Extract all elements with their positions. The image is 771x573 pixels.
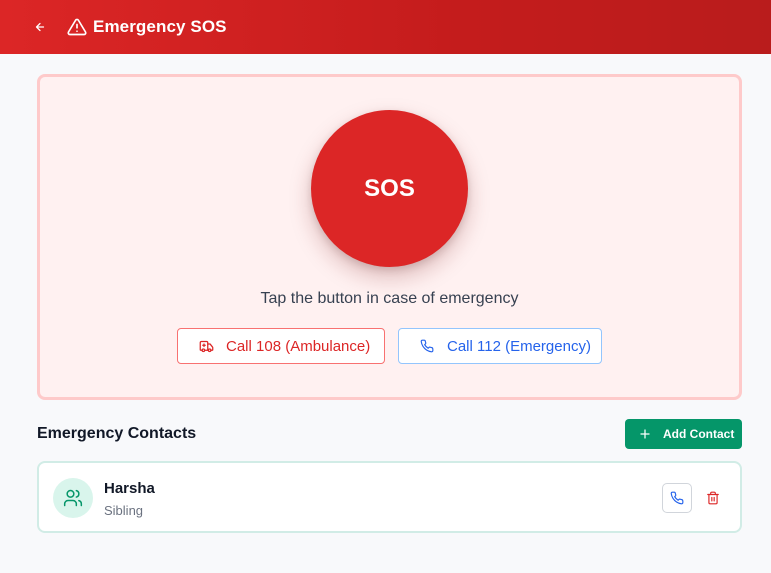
sos-panel: SOS Tap the button in case of emergency … — [37, 74, 742, 400]
phone-icon — [670, 491, 684, 505]
sos-button[interactable]: SOS — [311, 110, 468, 267]
call-ambulance-button[interactable]: Call 108 (Ambulance) — [177, 328, 385, 364]
phone-icon — [419, 338, 435, 354]
call-emergency-button[interactable]: Call 112 (Emergency) — [398, 328, 602, 364]
arrow-left-icon — [35, 22, 45, 32]
call-ambulance-label: Call 108 (Ambulance) — [226, 337, 371, 355]
ambulance-icon — [198, 338, 214, 354]
add-contact-label: Add Contact — [663, 427, 735, 441]
contact-relation: Sibling — [104, 503, 144, 518]
users-icon — [63, 489, 83, 507]
contact-name: Harsha — [104, 480, 155, 497]
contact-call-button[interactable] — [662, 483, 692, 513]
plus-icon — [638, 427, 652, 441]
call-emergency-label: Call 112 (Emergency) — [447, 337, 591, 355]
page-title: Emergency SOS — [93, 17, 227, 36]
contact-delete-button[interactable] — [701, 483, 725, 513]
contacts-section-title: Emergency Contacts — [37, 425, 197, 442]
alert-triangle-icon — [67, 17, 87, 37]
contact-card: Harsha Sibling — [37, 461, 742, 533]
add-contact-button[interactable]: Add Contact — [625, 419, 742, 449]
back-button[interactable] — [30, 17, 50, 37]
sos-hint-text: Tap the button in case of emergency — [260, 290, 519, 307]
trash-icon — [707, 491, 719, 505]
avatar — [53, 478, 93, 518]
app-header: Emergency SOS — [0, 0, 771, 54]
